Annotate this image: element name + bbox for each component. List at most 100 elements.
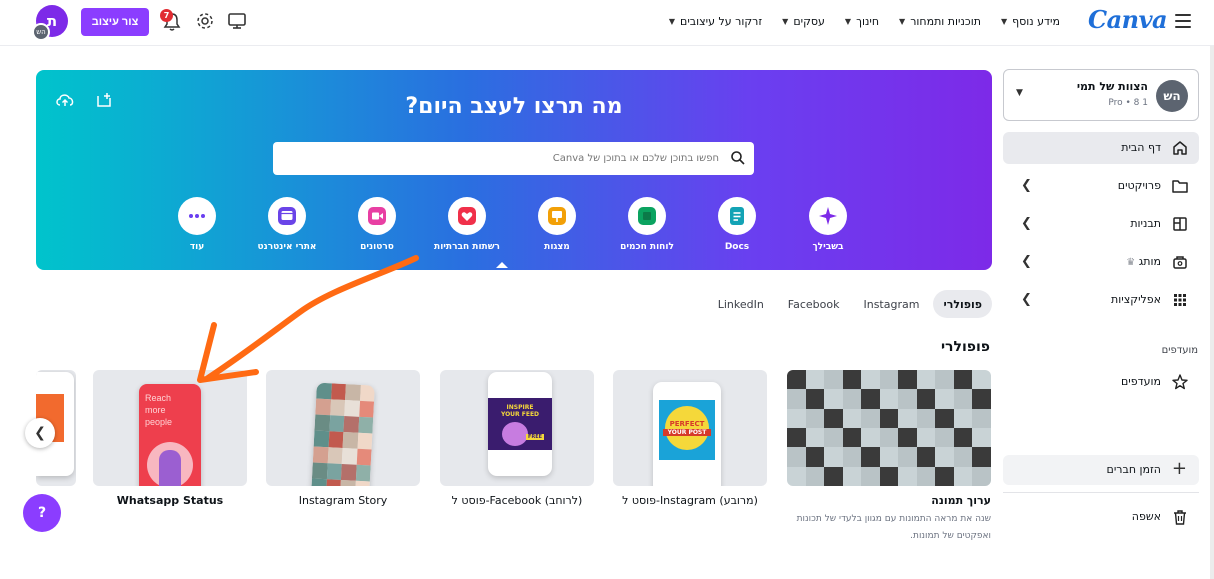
category-presentations[interactable]: מצגות (517, 197, 597, 263)
mosaic-tile (824, 370, 843, 390)
artwork-sun-shape (665, 406, 709, 450)
mosaic-tile (824, 389, 843, 409)
sidebar-item-label: דף הבית (1121, 141, 1161, 154)
chevron-down-icon: ▼ (782, 16, 789, 26)
mosaic-tile (315, 398, 331, 416)
template-card-label: Whatsapp Status (116, 494, 224, 507)
mosaic-tile (824, 447, 843, 467)
mosaic-tile (972, 389, 991, 409)
mosaic-tile (842, 447, 862, 467)
mosaic-tile (953, 389, 973, 409)
sidebar-item-label: תבניות (1130, 217, 1161, 230)
mosaic-tile (355, 464, 371, 482)
nav-item-business[interactable]: עסקים ▼ (782, 15, 825, 28)
carousel-previous-button[interactable]: ❮ (25, 418, 55, 448)
sparkle-icon (809, 197, 847, 235)
sidebar-item-templates[interactable]: תבניות ❮ (1003, 208, 1199, 240)
sidebar-item-apps[interactable]: אפליקציות ❮ (1003, 284, 1199, 316)
template-card-instagram-story[interactable] (266, 370, 420, 486)
mosaic-tile (972, 466, 991, 486)
mosaic-tile (805, 370, 825, 390)
nav-item-learn-more[interactable]: מידע נוסף ▼ (1001, 15, 1060, 28)
team-avatar: הש (1156, 80, 1188, 112)
mosaic-tile (953, 466, 973, 486)
category-more[interactable]: עוד (157, 197, 237, 263)
nav-item-design-spotlight[interactable]: זרקור על עיצובים ▼ (669, 15, 762, 28)
mosaic-tile (314, 414, 330, 432)
mosaic-tile (356, 448, 372, 466)
artwork-blob-shape (502, 422, 528, 446)
presentation-icon (538, 197, 576, 235)
sidebar-item-label: אפליקציות (1111, 293, 1161, 306)
nav-item-label: תוכניות ותמחור (910, 14, 981, 28)
mosaic-tile (354, 480, 370, 486)
mosaic-tile (344, 400, 360, 417)
create-design-button[interactable]: צור עיצוב (81, 8, 149, 36)
mosaic-tile (805, 447, 825, 467)
mosaic-tile (879, 389, 899, 409)
hamburger-menu-icon[interactable] (1175, 14, 1191, 28)
template-card-edit-photo[interactable] (787, 370, 991, 486)
category-for-you[interactable]: בשבילך (788, 197, 868, 263)
template-card-instagram-post[interactable]: PERFECT YOUR POST (613, 370, 767, 486)
mosaic-tile (345, 384, 361, 401)
team-switcher[interactable]: הש הצוות של תמי Pro • 8 1 ▼ (1003, 69, 1199, 121)
canva-logo[interactable]: Canva (1088, 5, 1168, 34)
category-videos[interactable]: סרטונים (337, 197, 417, 263)
mosaic-tile (787, 389, 806, 409)
template-card-facebook-post[interactable]: INSPIRE YOUR FEED FREE (440, 370, 594, 486)
crown-icon: ♛ (1126, 257, 1136, 268)
mosaic-tile (341, 447, 358, 465)
tab-instagram[interactable]: Instagram (853, 290, 929, 318)
mosaic-tile (311, 462, 328, 480)
mosaic-tile (972, 408, 991, 428)
heart-icon (448, 197, 486, 235)
mosaic-tile (311, 478, 327, 486)
apps-icon (1174, 294, 1186, 306)
nav-item-plans-pricing[interactable]: תוכניות ותמחור ▼ (899, 15, 981, 28)
hero-search-box[interactable] (273, 142, 754, 175)
more-icon (178, 197, 216, 235)
mosaic-tile (861, 447, 880, 467)
sidebar-item-brand[interactable]: מותג ♛ ❮ (1003, 246, 1199, 278)
sidebar-item-projects[interactable]: פרויקטים ❮ (1003, 170, 1199, 202)
mosaic-tile (898, 447, 917, 467)
sidebar-item-brand-label: מותג (1138, 255, 1161, 268)
mosaic-tile (328, 415, 345, 433)
category-websites[interactable]: אתרי אינטרנט (247, 197, 327, 263)
template-card-whatsapp-status[interactable]: Reach more people (93, 370, 247, 486)
mosaic-tile (916, 466, 936, 486)
sidebar-item-favorites[interactable]: מועדפים (1003, 366, 1199, 398)
pixelated-story-preview (311, 382, 375, 486)
mosaic-tile (805, 389, 825, 409)
category-social-media[interactable]: רשתות חברתיות (427, 197, 507, 263)
hero-banner: מה תרצו לעצב היום? בשבילך Docs לוחות חכמ… (36, 70, 992, 270)
tab-linkedin[interactable]: LinkedIn (708, 290, 774, 318)
hero-search-input[interactable] (279, 146, 719, 171)
page-scrollbar[interactable] (1210, 46, 1214, 579)
category-docs[interactable]: Docs (697, 197, 777, 263)
active-category-indicator (496, 262, 508, 268)
sidebar-item-trash[interactable]: אשפה (1003, 502, 1199, 532)
mosaic-tile (935, 389, 954, 409)
help-button[interactable]: ? (23, 494, 61, 532)
mosaic-tile (316, 382, 332, 400)
pixelated-photo-preview (787, 370, 991, 486)
tab-popular[interactable]: פופולרי (933, 290, 992, 318)
website-icon (268, 197, 306, 235)
mosaic-tile (329, 399, 346, 417)
settings-gear-icon[interactable] (195, 11, 215, 31)
sidebar-item-label: מותג ♛ (1126, 255, 1161, 268)
trash-label: אשפה (1131, 510, 1161, 523)
star-icon (1172, 374, 1188, 390)
invite-members-button[interactable]: + הזמן חברים (1003, 455, 1199, 485)
desktop-app-icon[interactable] (227, 11, 247, 31)
mosaic-tile (330, 383, 346, 401)
nav-item-education[interactable]: חינוך ▼ (845, 15, 879, 28)
tab-facebook[interactable]: Facebook (778, 290, 850, 318)
section-title: פופולרי (940, 339, 990, 355)
sidebar-item-home[interactable]: דף הבית (1003, 132, 1199, 164)
template-card-label: ערוך תמונה (931, 494, 991, 507)
mosaic-tile (879, 408, 899, 428)
category-whiteboards[interactable]: לוחות חכמים (607, 197, 687, 263)
